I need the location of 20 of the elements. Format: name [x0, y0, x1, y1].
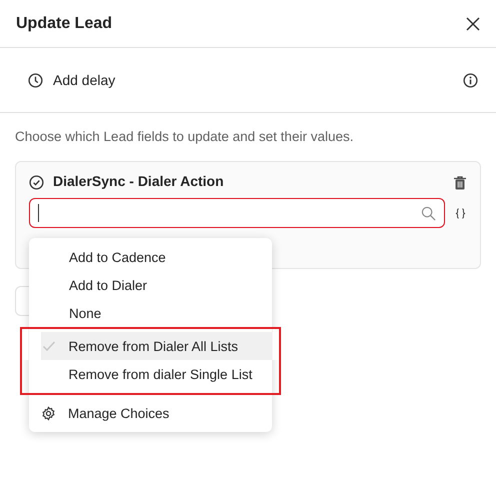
- dropdown-option[interactable]: Add to Dialer: [29, 271, 272, 299]
- braces-icon[interactable]: [455, 208, 466, 218]
- dropdown-option[interactable]: Add to Cadence: [29, 243, 272, 271]
- check-circle-icon: [29, 175, 44, 190]
- add-delay-label[interactable]: Add delay: [53, 72, 116, 88]
- clock-icon: [28, 72, 43, 88]
- trash-icon[interactable]: [454, 176, 466, 190]
- field-title: DialerSync - Dialer Action: [53, 173, 224, 189]
- description-text: Choose which Lead fields to update and set their values.: [14, 128, 354, 144]
- manage-choices-button[interactable]: Manage Choices: [29, 399, 272, 427]
- dropdown-option[interactable]: None: [29, 299, 272, 327]
- search-icon: [421, 206, 436, 220]
- dropdown-option[interactable]: Remove from dialer Single List: [20, 360, 281, 395]
- dropdown-option[interactable]: Remove from Dialer All Lists: [20, 327, 281, 360]
- text-cursor: [38, 204, 39, 222]
- close-icon[interactable]: [466, 16, 480, 30]
- dialog-title: Update Lead: [16, 14, 112, 32]
- info-icon[interactable]: [463, 72, 478, 88]
- settings-icon: [41, 406, 56, 420]
- search-field[interactable]: [29, 198, 445, 228]
